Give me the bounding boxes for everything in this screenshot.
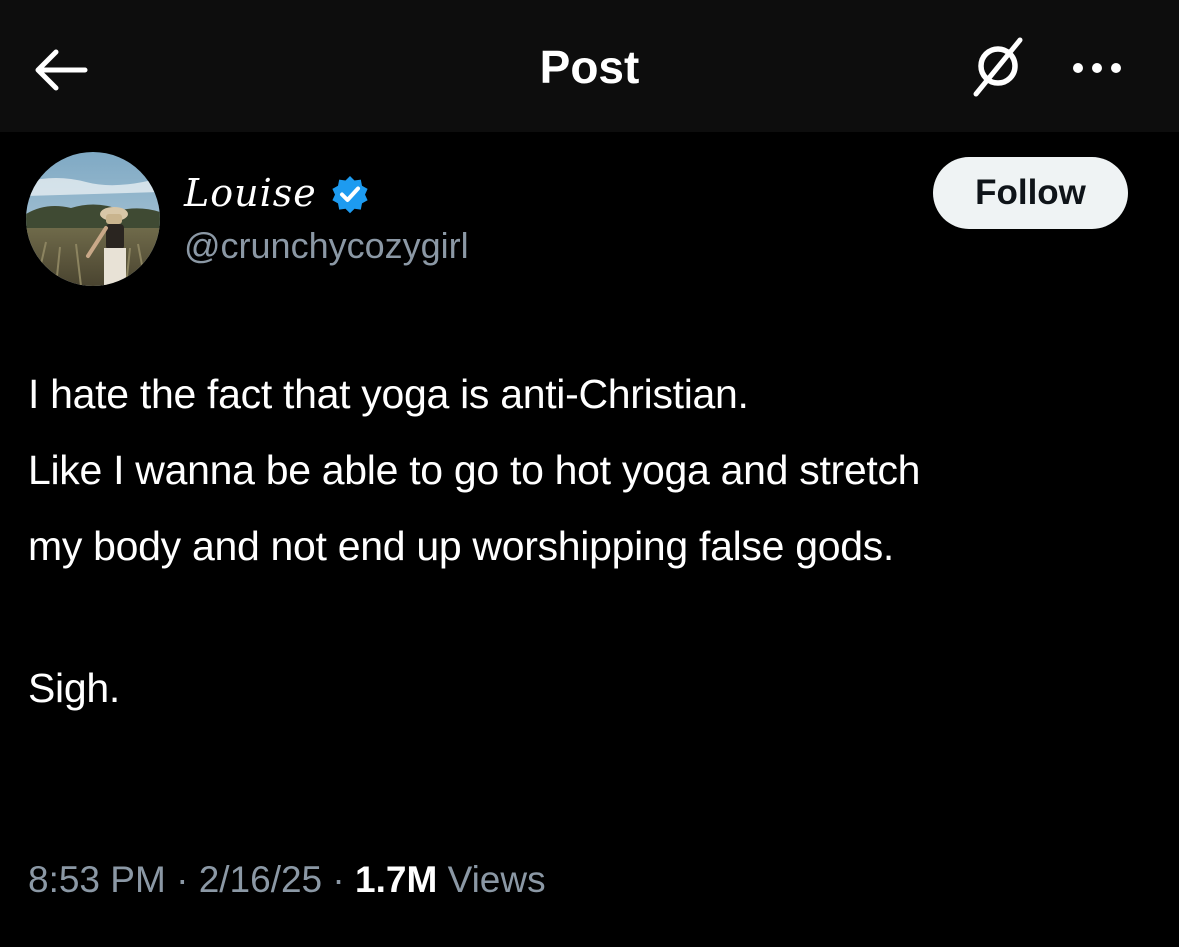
post-line: Like I wanna be able to go to hot yoga a… [28,447,921,493]
back-button[interactable] [22,32,98,108]
post-line: I hate the fact that yoga is anti-Christ… [28,371,749,417]
post-line: Sigh. [28,665,120,711]
more-button[interactable] [1060,40,1136,96]
views-count[interactable]: 1.7M [355,859,437,900]
display-name[interactable]: Louise [184,168,317,218]
meta-separator: · [322,859,356,900]
post-text: I hate the fact that yoga is anti-Christ… [28,356,1168,726]
avatar[interactable] [26,152,160,286]
verified-badge-icon[interactable] [330,174,370,214]
grok-icon [973,37,1023,97]
post-time[interactable]: 8:53 PM [28,859,166,900]
grok-button[interactable] [958,28,1038,108]
arrow-left-icon [35,49,88,91]
post-line: my body and not end up worshipping false… [28,523,894,569]
follow-button[interactable]: Follow [933,157,1128,229]
views-label[interactable]: Views [448,859,546,900]
top-bar: Post [0,0,1179,132]
post-date[interactable]: 2/16/25 [199,859,322,900]
avatar-photo [26,152,160,286]
more-horizontal-icon [1073,63,1121,73]
user-handle[interactable]: @crunchycozygirl [184,222,469,270]
post-metadata: 8:53 PM · 2/16/25 · 1.7M Views [28,852,546,908]
meta-separator: · [165,859,199,900]
